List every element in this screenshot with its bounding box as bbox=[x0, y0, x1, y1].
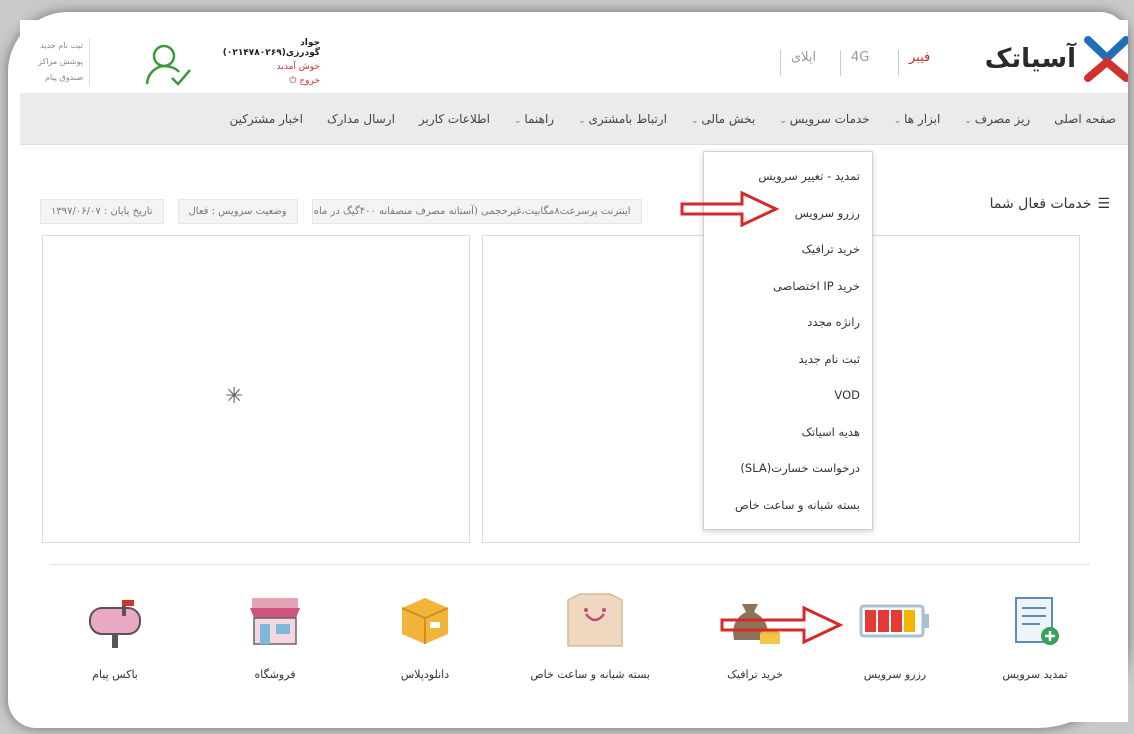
mailbox-icon bbox=[89, 600, 141, 648]
shortcut-renew-service[interactable]: تمدید سرویس bbox=[980, 590, 1090, 681]
nav-item[interactable]: راهنما ⌄ bbox=[502, 112, 566, 126]
shortcut-label: خرید ترافیک bbox=[727, 668, 783, 681]
asiatech-logo[interactable]: آسیاتک bbox=[985, 32, 1128, 90]
shortcut-label: فروشگاه bbox=[254, 668, 296, 681]
power-icon: ⏻ bbox=[289, 76, 297, 86]
nav-item-label: صفحه اصلی bbox=[1054, 112, 1116, 126]
nav-item-label: راهنما bbox=[524, 112, 555, 126]
service-description: اینترنت پرسرعت۸مگابیت،غیرحجمی (آستانه مص… bbox=[311, 198, 642, 224]
nav-item-label: بخش مالی bbox=[701, 112, 756, 126]
list-icon: ☰ bbox=[1097, 196, 1110, 212]
menu-item-gift[interactable]: هدیه اسیاتک bbox=[704, 414, 872, 451]
user-avatar[interactable] bbox=[142, 38, 194, 90]
nav-item[interactable]: اخبار مشترکین bbox=[217, 112, 314, 126]
shortcut-label: تمدید سرویس bbox=[1002, 668, 1068, 681]
logout-link[interactable]: خروج ⏻ bbox=[210, 76, 320, 86]
store-icon bbox=[250, 598, 300, 645]
user-name: جواد گودرزی(۰۲۱۴۷۸۰۲۶۹) bbox=[222, 38, 320, 58]
logo-mark-icon bbox=[1084, 36, 1128, 82]
chevron-down-icon: ⌄ bbox=[514, 116, 525, 126]
shortcut-mailbox[interactable]: باکس پیام bbox=[60, 590, 170, 681]
menu-item-new-signup[interactable]: ثبت نام جدید bbox=[704, 341, 872, 378]
nav-item-label: اخبار مشترکین bbox=[229, 112, 303, 126]
brand-name: آسیاتک bbox=[984, 44, 1076, 74]
nav-list: صفحه اصلی ریز مصرف ⌄ ابزار ها ⌄ خدمات سرویس… bbox=[217, 93, 1128, 145]
nav-item[interactable]: ریز مصرف ⌄ bbox=[952, 112, 1042, 126]
nav-item-label: ابزار ها bbox=[904, 112, 941, 126]
pointer-arrow-icon bbox=[720, 605, 844, 645]
shortcut-store[interactable]: فروشگاه bbox=[220, 590, 330, 681]
divider bbox=[50, 564, 1090, 565]
partner-logo-3: فیبر bbox=[898, 50, 930, 76]
shortcut-night-package[interactable]: بسته شبانه و ساعت خاص bbox=[530, 590, 650, 681]
menu-item-vod[interactable]: VOD bbox=[704, 377, 872, 414]
battery-icon bbox=[859, 604, 929, 638]
chevron-down-icon: ⌄ bbox=[893, 116, 905, 126]
partner-logo-4g: 4G bbox=[840, 50, 869, 76]
loading-spinner-icon: ✳ bbox=[225, 384, 244, 409]
chevron-down-icon: ⌄ bbox=[578, 116, 589, 126]
service-status: وضعیت سرویس : فعال bbox=[177, 198, 298, 224]
download-box-icon bbox=[401, 598, 449, 644]
shortcut-label: رزرو سرویس bbox=[863, 668, 927, 681]
shortcut-label: بسته شبانه و ساعت خاص bbox=[530, 668, 650, 681]
page: ثبت نام جدید پوشش مراکز صندوق پیام جواد … bbox=[20, 20, 1128, 722]
nav-item[interactable]: ارسال مدارک bbox=[315, 112, 407, 126]
nav-item-label: ارسال مدارک bbox=[326, 112, 395, 126]
shortcut-label: دانلودپلاس bbox=[400, 668, 450, 681]
main-nav: صفحه اصلی ریز مصرف ⌄ ابزار ها ⌄ خدمات سرویس… bbox=[20, 93, 1128, 145]
chevron-down-icon: ⌄ bbox=[779, 116, 790, 126]
welcome-text: خوش آمدید bbox=[276, 62, 320, 72]
user-info: جواد گودرزی(۰۲۱۴۷۸۰۲۶۹) خوش آمدید خروج ⏻ bbox=[210, 38, 320, 86]
shortcut-reserve-service[interactable]: رزرو سرویس bbox=[840, 590, 950, 681]
menu-item-night-package[interactable]: بسته شبانه و ساعت خاص bbox=[704, 487, 872, 524]
shortcut-label: باکس پیام bbox=[92, 668, 138, 681]
nav-item-label: خدمات سرویس bbox=[789, 112, 870, 126]
nav-item[interactable]: خدمات سرویس ⌄ bbox=[767, 112, 881, 126]
renew-service-icon bbox=[1015, 597, 1059, 645]
nav-item[interactable]: صفحه اصلی bbox=[1042, 112, 1128, 126]
chevron-down-icon: ⌄ bbox=[964, 116, 975, 126]
nav-item[interactable]: بخش مالی ⌄ bbox=[679, 112, 767, 126]
menu-item-buy-ip[interactable]: خرید IP اختصاصی bbox=[704, 268, 872, 305]
active-services-title: ☰ خدمات فعال شما bbox=[989, 196, 1110, 212]
nav-item[interactable]: اطلاعات کاربر bbox=[407, 112, 502, 126]
pointer-arrow-icon bbox=[680, 190, 780, 228]
end-date: تاریخ پایان : ۱۳۹۷/۰۶/۰۷ bbox=[40, 198, 164, 224]
service-info-strip: اینترنت پرسرعت۸مگابیت،غیرحجمی (آستانه مص… bbox=[40, 196, 642, 226]
register-link[interactable]: ثبت نام جدید bbox=[20, 38, 83, 54]
partner-logo-1: اپلای bbox=[780, 50, 816, 76]
usage-panel-left: ✳ bbox=[42, 235, 470, 543]
shortcuts-row: باکس پیام فروشگاه دانلودپلاس بسته شبانه … bbox=[60, 590, 1090, 700]
coverage-link[interactable]: پوشش مراکز bbox=[20, 54, 83, 70]
nav-item-label: اطلاعات کاربر bbox=[418, 112, 491, 126]
quick-links: ثبت نام جدید پوشش مراکز صندوق پیام bbox=[20, 38, 90, 86]
menu-item-reconnect[interactable]: رانژه مجدد bbox=[704, 304, 872, 341]
inbox-link[interactable]: صندوق پیام bbox=[20, 70, 83, 86]
menu-item-buy-traffic[interactable]: خرید ترافیک bbox=[704, 231, 872, 268]
nav-item[interactable]: ارتباط بامشتری ⌄ bbox=[566, 112, 679, 126]
nav-item-label: ارتباط بامشتری bbox=[588, 112, 667, 126]
shortcut-download-plus[interactable]: دانلودپلاس bbox=[370, 590, 480, 681]
menu-item-sla[interactable]: درخواست خسارت(SLA) bbox=[704, 450, 872, 487]
gift-box-icon bbox=[567, 593, 623, 647]
user-check-icon bbox=[145, 44, 191, 86]
nav-item[interactable]: ابزار ها ⌄ bbox=[882, 112, 953, 126]
nav-item-label: ریز مصرف bbox=[974, 112, 1031, 126]
header: ثبت نام جدید پوشش مراکز صندوق پیام جواد … bbox=[20, 30, 1128, 90]
chevron-down-icon: ⌄ bbox=[690, 116, 702, 126]
